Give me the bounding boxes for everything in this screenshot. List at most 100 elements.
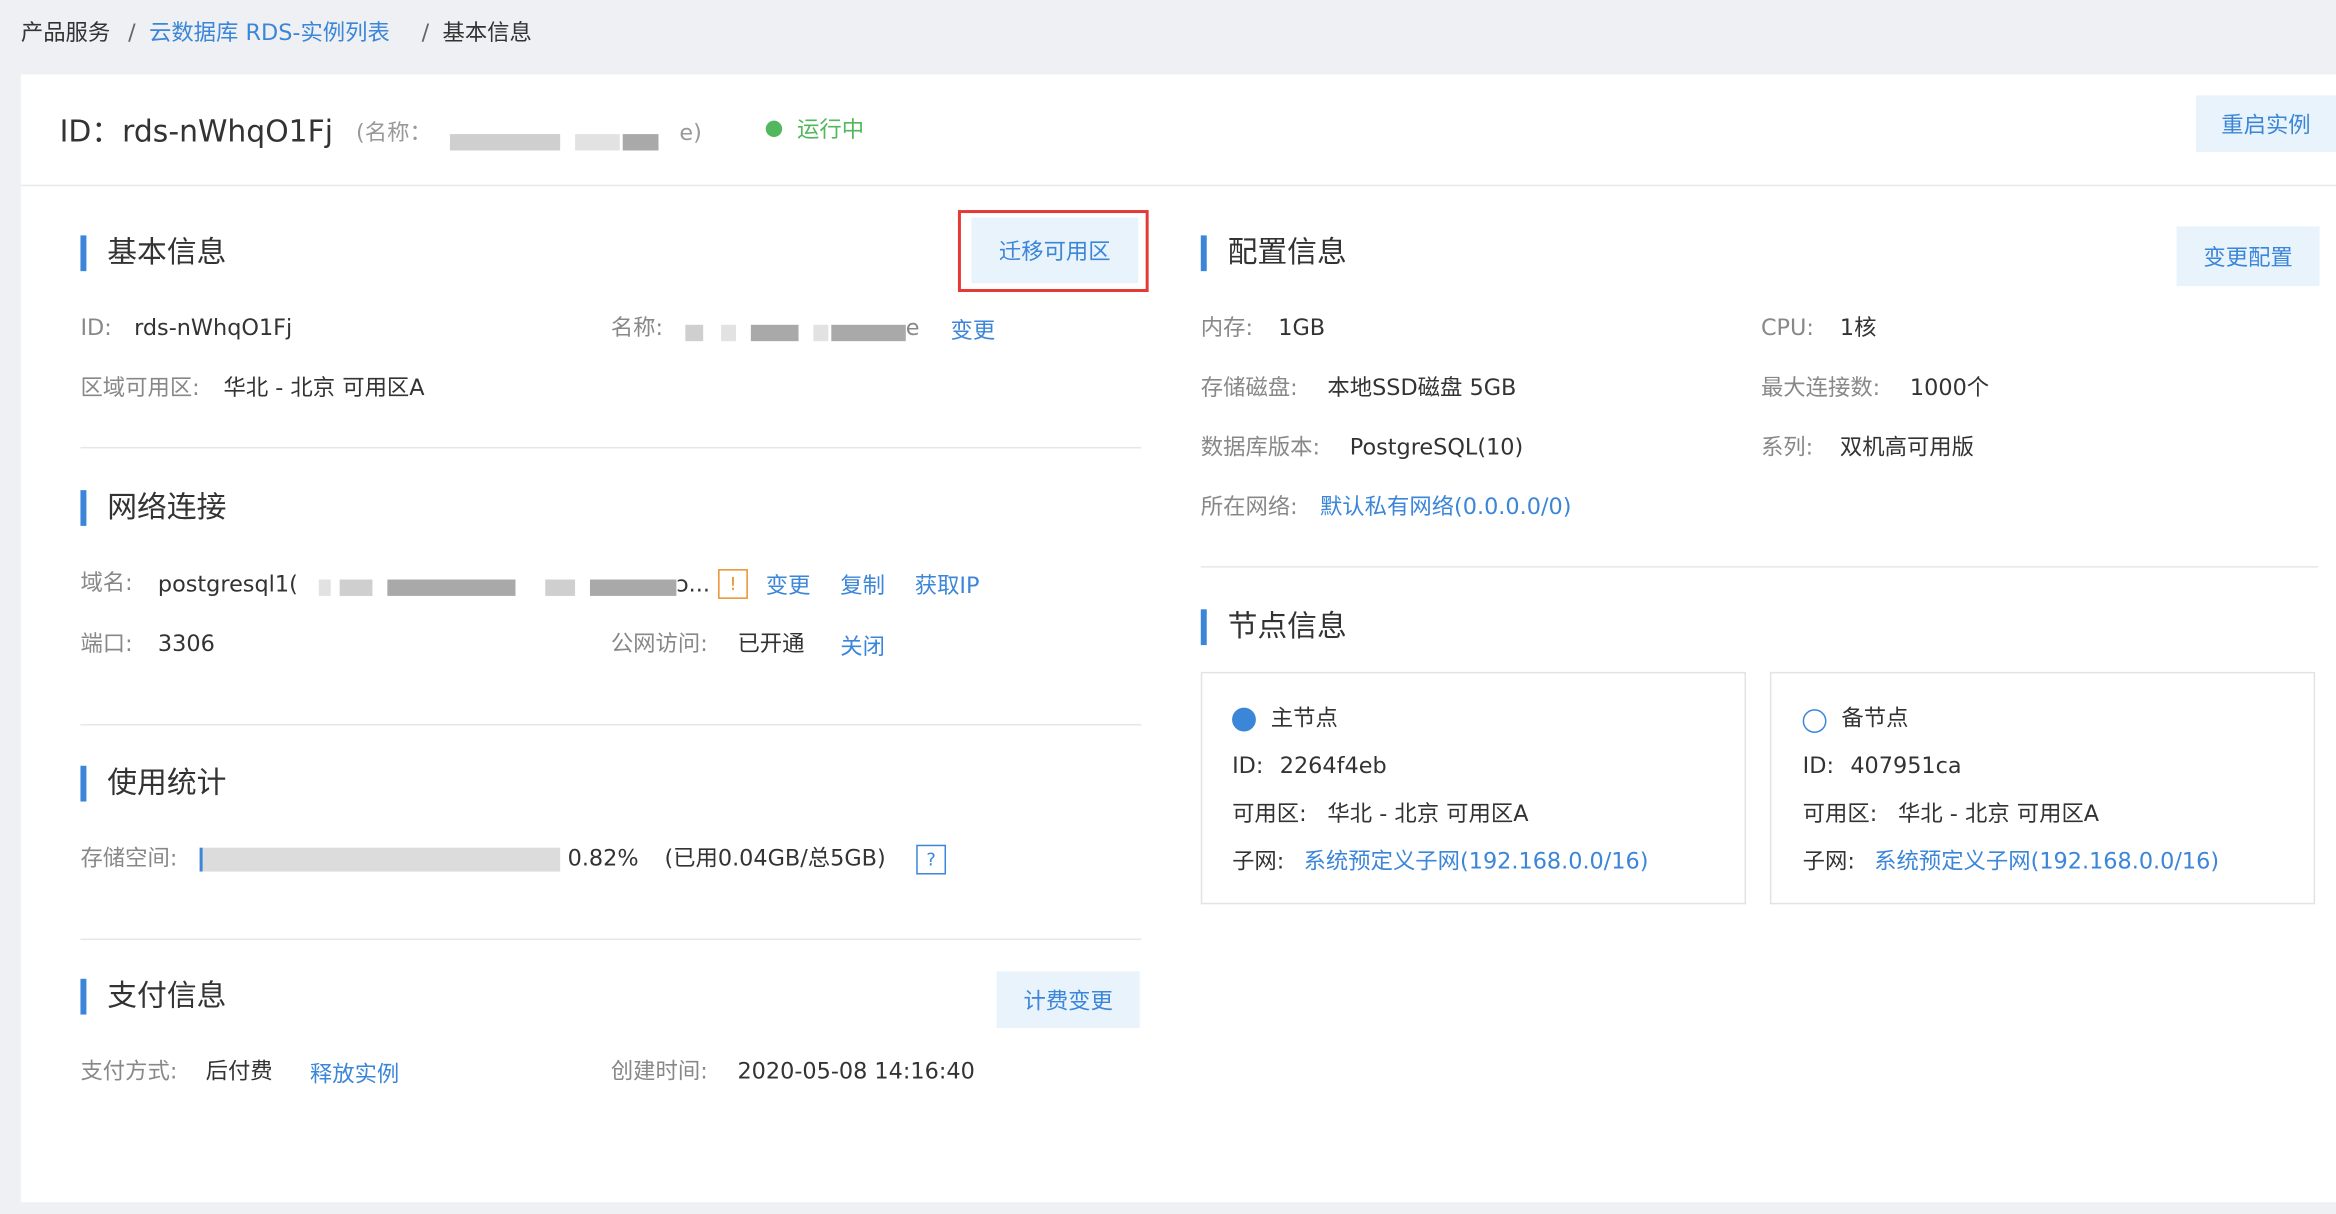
primary-node-subnet-label: 子网: [1232,847,1285,875]
name-tail: e [905,314,920,342]
section-marker [80,978,87,1015]
breadcrumb-current: 基本信息 [442,19,532,47]
breadcrumb-instance-list[interactable]: 云数据库 RDS-实例列表 [149,18,390,48]
redacted-name [685,324,704,342]
status-dot-icon [765,120,783,138]
domain-value: postgresql1( [157,570,298,598]
section-title-nodes: 节点信息 [1227,607,1347,644]
divider [80,938,1142,941]
standby-node-subnet-label: 子网: [1802,847,1855,875]
max-connections-label: 最大连接数: [1760,373,1881,401]
redacted-domain [318,579,331,596]
redacted-domain [589,579,677,596]
payment-method-label: 支付方式: [80,1057,178,1085]
primary-node-subnet-link[interactable]: 系统预定义子网(192.168.0.0/16) [1304,846,1649,876]
instance-id: rds-nWhqO1Fj [122,113,334,149]
copy-domain-link[interactable]: 复制 [840,571,885,601]
section-marker [80,235,87,272]
section-marker [1200,235,1207,272]
redacted-domain [387,579,516,596]
network-label: 所在网络: [1200,493,1298,520]
restart-instance-button[interactable]: 重启实例 [2195,95,2336,152]
redacted-domain [545,579,576,596]
memory-label: 内存: [1200,314,1254,342]
redacted-name [449,134,561,151]
breadcrumb-separator: / [421,19,430,47]
section-title-basic: 基本信息 [107,233,227,270]
primary-node-dot-icon [1232,707,1256,732]
standby-node-id-label: ID: [1802,752,1834,780]
instance-id-label: ID： [59,113,122,149]
name-label: 名称: [610,314,664,342]
change-domain-link[interactable]: 变更 [766,571,811,601]
payment-method-value: 后付费 [205,1057,273,1085]
primary-node-id: 2264f4eb [1279,752,1387,780]
breadcrumb-separator: / [128,19,136,47]
port-label: 端口: [80,630,133,658]
instance-header: ID： rds-nWhqO1Fj (名称： e) 运行中 重启实例 [20,74,2336,187]
public-access-value: 已开通 [737,630,805,658]
billing-change-button[interactable]: 计费变更 [996,971,1140,1028]
primary-node-zone: 华北 - 北京 可用区A [1327,800,1529,827]
section-marker [80,490,87,526]
primary-node-id-label: ID: [1232,752,1264,780]
instance-panel: ID： rds-nWhqO1Fj (名称： e) 运行中 重启实例 基本信息 迁… [20,74,2336,1203]
storage-detail: (已用0.04GB/总5GB) [664,844,886,872]
get-ip-link[interactable]: 获取IP [915,571,980,601]
instance-name-suffix: e) [679,119,702,147]
redacted-name [622,134,659,151]
cpu-label: CPU: [1760,314,1814,342]
zone-label: 区域可用区: [80,373,200,401]
domain-label: 域名: [80,569,133,596]
cpu-value: 1核 [1839,314,1877,342]
storage-label: 存储空间: [80,844,178,872]
primary-node-zone-label: 可用区: [1232,800,1307,827]
section-marker [1200,609,1207,646]
port-value: 3306 [157,630,215,658]
redacted-name [721,324,736,342]
standby-node-subnet-link[interactable]: 系统预定义子网(192.168.0.0/16) [1874,846,2219,876]
redacted-name [831,324,906,342]
redacted-name [813,324,829,342]
disk-label: 存储磁盘: [1200,373,1298,401]
status-badge: 运行中 [797,116,865,144]
section-title-payment: 支付信息 [107,977,227,1014]
standby-node-id: 407951ca [1850,752,1962,780]
primary-node-label: 主节点 [1270,704,1338,732]
db-version-label: 数据库版本: [1200,433,1321,461]
help-icon[interactable]: ? [916,844,947,875]
network-value-link[interactable]: 默认私有网络(0.0.0.0/0) [1320,492,1571,522]
close-public-access-link[interactable]: 关闭 [840,632,885,662]
disk-value: 本地SSD磁盘 5GB [1327,373,1517,401]
section-title-network: 网络连接 [107,488,227,525]
storage-progress-fill [199,847,203,872]
public-access-label: 公网访问: [610,630,708,658]
release-instance-link[interactable]: 释放实例 [310,1059,399,1089]
id-label: ID: [80,314,112,342]
redacted-domain [339,579,373,596]
section-title-config: 配置信息 [1227,233,1347,270]
zone-value: 华北 - 北京 可用区A [223,373,425,401]
max-connections-value: 1000个 [1909,373,1990,401]
standby-node-zone-label: 可用区: [1802,800,1878,827]
standby-node-zone: 华北 - 北京 可用区A [1898,800,2100,827]
memory-value: 1GB [1278,314,1326,342]
series-value: 双机高可用版 [1839,433,1975,461]
db-version-value: PostgreSQL(10) [1349,433,1524,461]
series-label: 系列: [1760,433,1814,461]
change-name-link[interactable]: 变更 [950,316,995,346]
change-config-button[interactable]: 变更配置 [2176,226,2320,287]
created-time-value: 2020-05-08 14:16:40 [737,1057,975,1085]
instance-name-prefix: (名称： [356,119,432,147]
highlight-box [957,210,1149,293]
warning-icon[interactable]: ! [718,569,748,599]
id-value: rds-nWhqO1Fj [134,314,293,342]
breadcrumb-products[interactable]: 产品服务 [21,18,110,48]
standby-node-dot-icon [1802,709,1827,733]
created-time-label: 创建时间: [610,1057,708,1085]
standby-node-card: 备节点 ID: 407951ca 可用区: 华北 - 北京 可用区A 子网: 系… [1769,671,2316,905]
divider [80,724,1142,726]
domain-tail: ɔ... [676,570,710,598]
redacted-name [750,324,799,342]
section-title-usage: 使用统计 [107,764,227,801]
